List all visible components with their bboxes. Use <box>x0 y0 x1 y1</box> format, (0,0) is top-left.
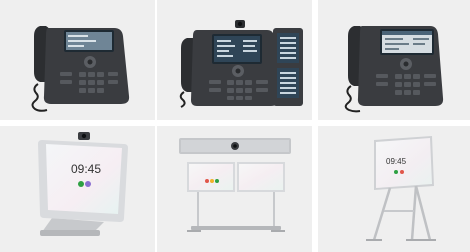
product-tile-desktop-video-device[interactable]: 09:45 <box>0 126 155 252</box>
call-accept-icon <box>394 170 398 174</box>
call-end-icon <box>400 170 404 174</box>
call-option-icon <box>85 181 91 187</box>
product-tile-room-video-bar[interactable] <box>157 126 312 252</box>
ip-desk-phone-icon <box>344 26 444 113</box>
product-tile-board-on-stand[interactable]: 09:45 <box>318 126 470 252</box>
screen-clock: 09:45 <box>71 162 101 176</box>
screen-clock: 09:45 <box>386 157 407 166</box>
room-video-system-icon <box>179 138 291 232</box>
call-accept-icon <box>78 181 84 187</box>
video-desk-phone-icon <box>179 20 303 108</box>
product-tile-desk-phone-color[interactable] <box>318 0 470 120</box>
video-board-icon: 09:45 <box>366 136 436 241</box>
product-tile-video-desk-phone[interactable] <box>157 0 312 120</box>
video-desk-device-icon: 09:45 <box>38 132 128 236</box>
call-controls <box>205 179 219 183</box>
ip-desk-phone-icon <box>31 26 130 112</box>
product-tile-desk-phone[interactable] <box>0 0 155 120</box>
product-grid: 09:45 09:45 <box>0 0 470 252</box>
